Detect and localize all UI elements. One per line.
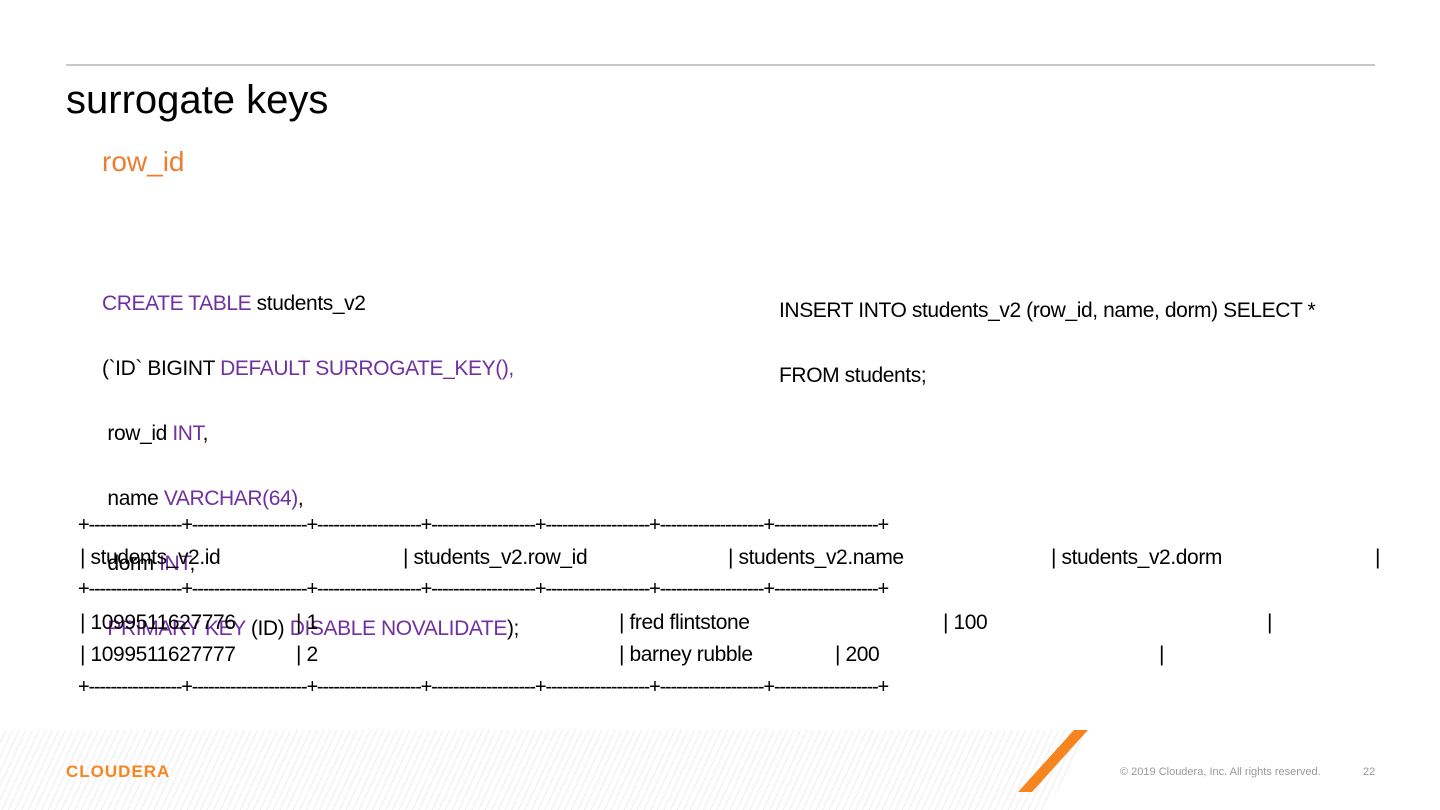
cloudera-logo: CLOUDERA — [66, 762, 171, 781]
header-cell: | students_v2.id — [80, 546, 221, 569]
cell: | 200 — [835, 643, 880, 666]
header-cell: | students_v2.row_id — [403, 546, 588, 569]
cell: | 100 — [943, 611, 988, 634]
cell: | 1099511627776 — [80, 611, 236, 634]
header-cell: | students_v2.dorm — [1051, 546, 1223, 569]
sql-text: students_v2 — [251, 291, 366, 315]
cell: | 2 — [296, 643, 318, 666]
code-line: INSERT INTO students_v2 (row_id, name, d… — [779, 298, 1316, 322]
slide-title: surrogate keys — [66, 78, 329, 122]
cell: | 1099511627777 — [80, 643, 236, 666]
sql-keyword: VARCHAR(64) — [163, 486, 298, 510]
sql-keyword: DEFAULT SURROGATE_KEY(), — [220, 356, 514, 380]
code-line: FROM students; — [779, 363, 927, 387]
code-line: row_id INT, — [102, 418, 519, 451]
sql-text: , — [297, 486, 304, 510]
title-rule — [66, 64, 1375, 66]
sql-text: , — [202, 421, 209, 445]
code-line: name VARCHAR(64), — [102, 483, 519, 516]
cell: | fred flintstone — [619, 611, 750, 634]
cell: | barney rubble — [619, 643, 753, 666]
sql-text: row_id — [102, 421, 173, 445]
insert-sql: INSERT INTO students_v2 (row_id, name, d… — [779, 262, 1316, 425]
sql-text: (`ID` BIGINT — [102, 356, 221, 380]
code-line: CREATE TABLE students_v2 — [102, 288, 519, 321]
table-separator: +-----------------+---------------------… — [78, 578, 889, 600]
sql-keyword: INT — [172, 421, 203, 445]
slide-subtitle: row_id — [102, 146, 185, 177]
header-cell: | — [1375, 546, 1381, 569]
cell: | — [1159, 643, 1165, 666]
sql-keyword: CREATE TABLE — [102, 291, 252, 315]
table-separator: +-----------------+---------------------… — [78, 514, 889, 536]
code-line: (`ID` BIGINT DEFAULT SURROGATE_KEY(), — [102, 353, 519, 386]
slide-footer: CLOUDERA © 2019 Cloudera, Inc. All right… — [0, 730, 1440, 810]
header-cell: | students_v2.name — [728, 546, 904, 569]
page-number: 22 — [1363, 766, 1376, 778]
table-separator: +-----------------+---------------------… — [78, 676, 889, 698]
cell: | 1 — [296, 611, 318, 634]
sql-keyword: DISABLE NOVALIDATE — [289, 616, 508, 640]
sql-text: (ID) — [245, 616, 290, 640]
orange-slash-icon — [1018, 730, 1088, 792]
cell: | — [1267, 611, 1273, 634]
sql-text: ); — [506, 616, 519, 640]
sql-text: name — [102, 486, 164, 510]
copyright: © 2019 Cloudera, Inc. All rights reserve… — [1120, 766, 1321, 778]
